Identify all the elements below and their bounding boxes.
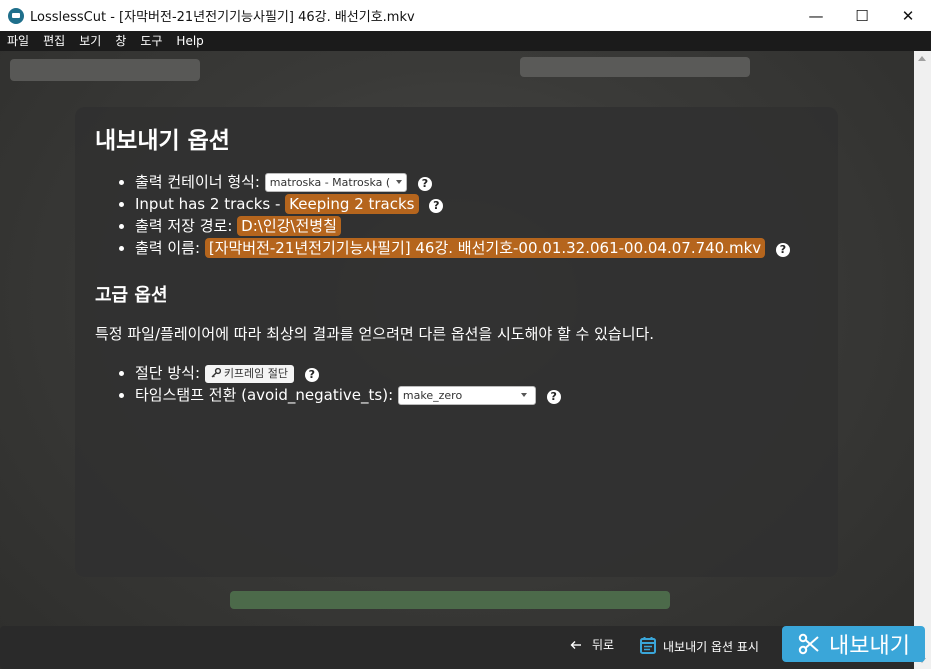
arrow-left-icon bbox=[570, 640, 581, 649]
cut-mode-button[interactable]: 키프레임 절단 bbox=[204, 365, 295, 383]
menu-window[interactable]: 창 bbox=[108, 31, 133, 51]
advanced-options-description: 특정 파일/플레이어에 따라 최상의 결과를 얻으려면 다른 옵션을 시도해야 … bbox=[95, 325, 655, 343]
background-toolbar-left bbox=[10, 59, 200, 81]
menu-tools[interactable]: 도구 bbox=[133, 31, 169, 51]
help-icon[interactable]: ? bbox=[304, 368, 319, 382]
maximize-button[interactable]: ☐ bbox=[839, 0, 885, 31]
output-path-button[interactable]: D:\인강\전병칠 bbox=[237, 216, 341, 236]
menu-view[interactable]: 보기 bbox=[72, 31, 108, 51]
container-format-label: 출력 컨테이너 형식: bbox=[135, 173, 260, 191]
menu-file[interactable]: 파일 bbox=[0, 31, 36, 51]
advanced-options-title: 고급 옵션 bbox=[95, 285, 168, 306]
export-options-list: 출력 컨테이너 형식: matroska - Matroska ( ? Inpu… bbox=[95, 171, 818, 259]
cut-mode-label: 절단 방식: bbox=[135, 364, 201, 382]
chevron-down-icon bbox=[520, 393, 527, 397]
show-export-options-label: 내보내기 옵션 표시 bbox=[663, 640, 759, 654]
back-label: 뒤로 bbox=[592, 638, 615, 652]
timestamp-shift-label: 타임스탬프 전환 (avoid_negative_ts): bbox=[135, 386, 394, 404]
tracks-button[interactable]: Keeping 2 tracks bbox=[285, 194, 419, 214]
timestamp-shift-value: make_zero bbox=[402, 389, 463, 402]
export-options-dialog: 내보내기 옵션 출력 컨테이너 형식: matroska - Matroska … bbox=[75, 107, 838, 577]
close-button[interactable]: ✕ bbox=[885, 0, 931, 31]
menu-help[interactable]: Help bbox=[169, 31, 210, 51]
timestamp-shift-select[interactable]: make_zero bbox=[397, 386, 536, 405]
chevron-down-icon bbox=[396, 180, 403, 184]
calendar-icon bbox=[640, 636, 656, 654]
background-timeline bbox=[230, 591, 670, 609]
minimize-button[interactable]: — bbox=[793, 0, 839, 31]
output-path-row: 출력 저장 경로: D:\인강\전병칠 bbox=[135, 215, 818, 237]
help-icon[interactable]: ? bbox=[429, 199, 444, 213]
dialog-title: 내보내기 옵션 bbox=[95, 128, 230, 154]
scissors-icon bbox=[798, 633, 819, 655]
cut-mode-value: 키프레임 절단 bbox=[223, 367, 289, 380]
title-bar: LosslessCut - [자막버전-21년전기기능사필기] 46강. 배선기… bbox=[0, 0, 931, 31]
tracks-label: Input has 2 tracks - bbox=[135, 195, 281, 213]
scrollbar[interactable] bbox=[914, 51, 931, 669]
output-name-label: 출력 이름: bbox=[135, 239, 201, 257]
help-icon[interactable]: ? bbox=[546, 390, 561, 404]
background-toolbar-right bbox=[520, 57, 750, 77]
window-title: LosslessCut - [자막버전-21년전기기능사필기] 46강. 배선기… bbox=[30, 10, 415, 25]
output-name-row: 출력 이름: [자막버전-21년전기기능사필기] 46강. 배선기호-00.01… bbox=[135, 237, 818, 259]
export-button[interactable]: 내보내기 bbox=[782, 626, 925, 662]
help-icon[interactable]: ? bbox=[775, 243, 790, 257]
container-format-row: 출력 컨테이너 형식: matroska - Matroska ( ? bbox=[135, 171, 818, 193]
advanced-options-list: 절단 방식: 키프레임 절단 ? 타임스탬프 전환 (avoid_negativ… bbox=[95, 362, 818, 406]
export-label: 내보내기 bbox=[829, 634, 910, 659]
tracks-row: Input has 2 tracks - Keeping 2 tracks ? bbox=[135, 193, 818, 215]
output-name-button[interactable]: [자막버전-21년전기기능사필기] 46강. 배선기호-00.01.32.061… bbox=[204, 238, 766, 258]
output-path-label: 출력 저장 경로: bbox=[135, 217, 233, 235]
back-button[interactable]: 뒤로 bbox=[570, 636, 614, 653]
help-icon[interactable]: ? bbox=[417, 177, 432, 191]
app-icon bbox=[8, 7, 24, 24]
menu-bar: 파일 편집 보기 창 도구 Help bbox=[0, 31, 931, 51]
container-format-value: matroska - Matroska ( bbox=[269, 176, 391, 189]
scroll-up-icon[interactable] bbox=[918, 56, 926, 61]
container-format-select[interactable]: matroska - Matroska ( bbox=[264, 173, 408, 192]
background-bottom-bar bbox=[0, 626, 914, 669]
cut-mode-row: 절단 방식: 키프레임 절단 ? bbox=[135, 362, 818, 384]
menu-edit[interactable]: 편집 bbox=[36, 31, 72, 51]
key-icon bbox=[211, 367, 221, 378]
show-export-options-toggle[interactable]: 내보내기 옵션 표시 bbox=[640, 634, 759, 655]
timestamp-shift-row: 타임스탬프 전환 (avoid_negative_ts): make_zero … bbox=[135, 384, 818, 406]
